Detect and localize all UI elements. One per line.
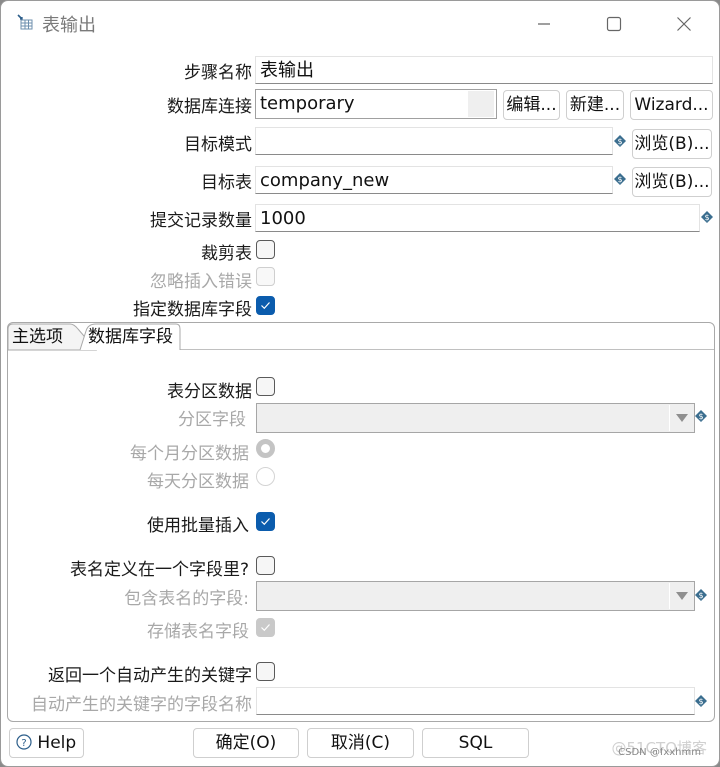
target-schema-input[interactable] — [255, 127, 613, 155]
partition-daily-label: 每天分区数据 — [147, 472, 249, 492]
partition-monthly-radio[interactable] — [256, 439, 275, 458]
table-name-in-field-label: 表名定义在一个字段里? — [69, 560, 249, 580]
target-table-input[interactable]: company_new — [255, 166, 613, 194]
db-connection-label: 数据库连接 — [167, 97, 252, 117]
table-name-in-field-checkbox[interactable] — [256, 556, 275, 575]
watermark-secondary: CSDN @fxxhmm — [618, 747, 701, 758]
commit-size-label: 提交记录数量 — [150, 211, 252, 231]
new-connection-button[interactable]: 新建... — [566, 90, 624, 120]
partition-data-checkbox[interactable] — [256, 377, 275, 396]
svg-text:$: $ — [698, 697, 703, 706]
svg-text:$: $ — [698, 412, 703, 421]
variable-icon: $ — [695, 410, 707, 422]
target-schema-label: 目标模式 — [184, 135, 252, 155]
table-name-field-select[interactable] — [256, 581, 695, 611]
cancel-button[interactable]: 取消(C) — [307, 728, 414, 758]
target-table-label: 目标表 — [201, 173, 252, 193]
table-output-icon — [17, 14, 33, 30]
maximize-button[interactable] — [591, 9, 637, 39]
help-icon: ? — [16, 734, 32, 750]
close-button[interactable] — [661, 9, 707, 39]
minimize-icon — [538, 23, 550, 25]
help-button[interactable]: ? Help — [9, 728, 84, 758]
svg-text:$: $ — [698, 591, 703, 600]
specify-db-fields-label: 指定数据库字段 — [133, 300, 252, 320]
store-table-name-field-checkbox[interactable] — [256, 618, 275, 637]
edit-connection-button[interactable]: 编辑... — [503, 90, 560, 120]
table-name-field-label: 包含表名的字段: — [124, 589, 249, 609]
svg-text:$: $ — [617, 175, 622, 184]
combo-separator — [669, 583, 670, 609]
truncate-table-checkbox[interactable] — [256, 240, 275, 259]
step-name-label: 步骤名称 — [184, 63, 252, 83]
truncate-table-label: 裁剪表 — [201, 244, 252, 264]
svg-text:$: $ — [617, 137, 622, 146]
step-name-input[interactable]: 表输出 — [255, 56, 713, 84]
return-auto-key-label: 返回一个自动产生的关键字 — [48, 666, 252, 686]
db-connection-select[interactable]: temporary — [255, 89, 497, 119]
close-icon — [677, 17, 691, 31]
variable-icon: $ — [614, 135, 626, 147]
partition-field-label: 分区字段 — [178, 410, 246, 430]
variable-icon: $ — [695, 589, 707, 601]
partition-field-select[interactable] — [256, 403, 695, 433]
svg-text:$: $ — [704, 213, 709, 222]
wizard-button[interactable]: Wizard... — [630, 90, 713, 120]
table-output-dialog: 表输出 步骤名称 表输出 数据库连接 temporary 编辑... 新建...… — [0, 0, 720, 767]
auto-key-field-name-input[interactable] — [256, 687, 695, 715]
window-title: 表输出 — [42, 15, 96, 36]
variable-icon: $ — [701, 211, 713, 223]
help-label: Help — [37, 733, 77, 753]
partition-daily-radio[interactable] — [256, 467, 275, 486]
use-batch-insert-checkbox[interactable] — [256, 512, 275, 531]
db-connection-dropdown[interactable] — [468, 91, 494, 117]
ignore-insert-errors-checkbox[interactable] — [256, 267, 275, 286]
browse-schema-button[interactable]: 浏览(B)... — [632, 129, 712, 159]
tab-db-fields[interactable]: 数据库字段 — [88, 323, 173, 351]
partition-data-label: 表分区数据 — [167, 382, 252, 402]
title-bar[interactable]: 表输出 — [1, 1, 719, 45]
specify-db-fields-checkbox[interactable] — [256, 296, 275, 315]
sql-button[interactable]: SQL — [422, 728, 529, 758]
minimize-button[interactable] — [521, 9, 567, 39]
combo-separator — [669, 405, 670, 431]
variable-icon: $ — [695, 695, 707, 707]
tab-main-options[interactable]: 主选项 — [12, 323, 63, 351]
return-auto-key-checkbox[interactable] — [256, 662, 275, 681]
use-batch-insert-label: 使用批量插入 — [147, 516, 249, 536]
store-table-name-field-label: 存储表名字段 — [147, 622, 249, 642]
db-connection-value: temporary — [260, 93, 355, 114]
maximize-icon — [606, 16, 622, 32]
auto-key-field-name-label: 自动产生的关键字的字段名称 — [31, 695, 252, 715]
browse-table-button[interactable]: 浏览(B)... — [632, 167, 712, 197]
commit-size-input[interactable]: 1000 — [255, 204, 700, 232]
partition-monthly-label: 每个月分区数据 — [130, 444, 249, 464]
check-icon — [261, 624, 270, 632]
dropdown-arrow-icon — [676, 414, 688, 422]
ok-button[interactable]: 确定(O) — [193, 728, 299, 758]
svg-text:?: ? — [21, 738, 26, 749]
check-icon — [261, 302, 270, 310]
check-icon — [261, 518, 270, 526]
ignore-insert-errors-label: 忽略插入错误 — [150, 272, 252, 292]
variable-icon: $ — [614, 173, 626, 185]
dropdown-arrow-icon — [676, 592, 688, 600]
